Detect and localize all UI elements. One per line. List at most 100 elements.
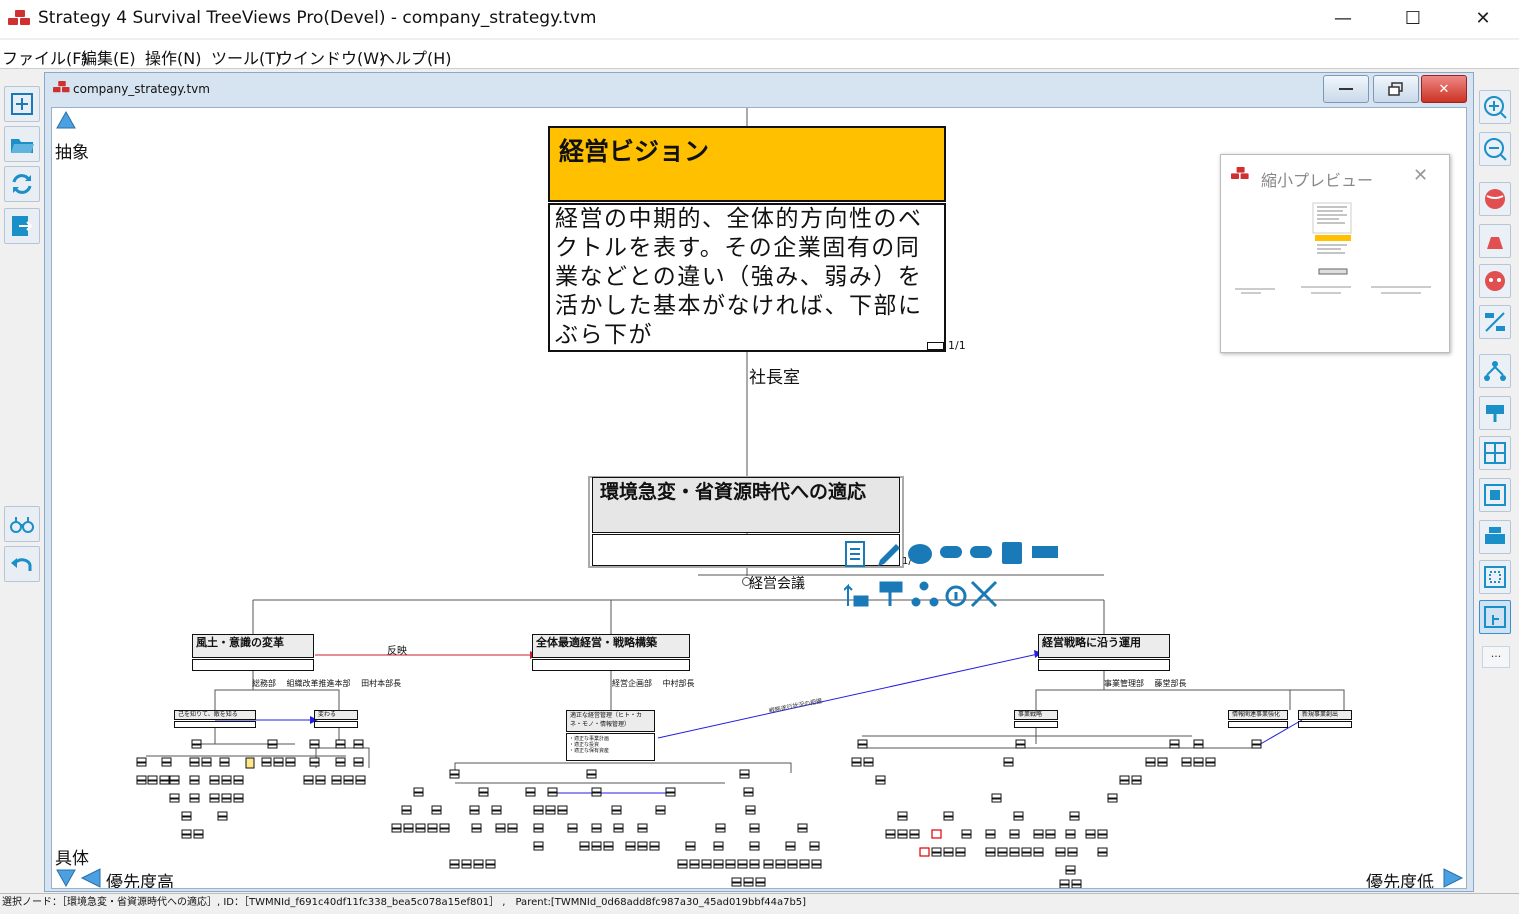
node-view-button[interactable]: [1479, 396, 1511, 430]
preview-icon: [1484, 606, 1506, 628]
app-logo-icon: [8, 10, 32, 26]
node-strategy-operation-body[interactable]: [1038, 659, 1170, 671]
split-button[interactable]: [1479, 305, 1511, 339]
node-know-self-body[interactable]: [174, 721, 256, 728]
node-know-self[interactable]: 己を知りて、敵を知る: [174, 710, 256, 720]
zoom-in-button[interactable]: [1479, 90, 1511, 124]
print-button[interactable]: [1479, 520, 1511, 554]
find-button[interactable]: [4, 506, 40, 542]
style-button[interactable]: [1479, 224, 1511, 258]
fit-button[interactable]: [1479, 560, 1511, 594]
node-info-business[interactable]: 情報関連事業強化: [1228, 710, 1288, 720]
menu-help[interactable]: ヘルプ(H): [379, 45, 452, 69]
tree-layout-button[interactable]: [1479, 354, 1511, 388]
document-logo-icon: [53, 81, 71, 93]
zoom-out-button[interactable]: [1479, 132, 1511, 166]
new-node-icon: [11, 93, 33, 115]
preview-toggle-button[interactable]: [1479, 600, 1511, 634]
priority-low-arrow-icon[interactable]: [1442, 867, 1464, 889]
concrete-down-icon[interactable]: [55, 868, 77, 888]
minimize-button[interactable]: —: [1320, 0, 1366, 36]
binoculars-icon: [10, 517, 34, 533]
tree-canvas[interactable]: 抽象 具体 優先度高 優先度低 経営ビジョン 経営の中期的、全体的方向性のベクト…: [51, 107, 1467, 889]
abstract-up-icon[interactable]: [55, 110, 77, 130]
preview-close-button[interactable]: ✕: [1413, 165, 1428, 186]
vision-body-text: 経営の中期的、全体的方向性のベクトルを表す。その企業固有の同業などとの違い（強み…: [555, 206, 923, 348]
restore-icon: [1388, 82, 1403, 96]
menu-bar: ファイル(F) 編集(E) 操作(N) ツール(T) ウインドウ(W) ヘルプ(…: [0, 40, 1519, 69]
priority-low-label: 優先度低: [1366, 873, 1434, 889]
menu-file[interactable]: ファイル(F): [2, 45, 88, 69]
node-culture-owner: 総務部 組織改革推進本部 田村本部長: [252, 679, 402, 688]
new-node-button[interactable]: [4, 86, 40, 122]
node-change-body[interactable]: [314, 721, 358, 728]
hat-icon: [1487, 237, 1503, 249]
menu-window[interactable]: ウインドウ(W): [277, 45, 385, 69]
menu-tools[interactable]: ツール(T): [211, 45, 281, 69]
node-business-strategy-body[interactable]: [1014, 721, 1058, 728]
env-owner: 経営会議: [749, 576, 805, 592]
vision-node-body[interactable]: 経営の中期的、全体的方向性のベクトルを表す。その企業固有の同業などとの違い（強み…: [548, 203, 946, 352]
node-strategy-owner: 事業管理部 藤堂部長: [1104, 679, 1187, 688]
preview-logo-icon: [1231, 167, 1250, 180]
open-file-button[interactable]: [4, 126, 40, 162]
node-new-business[interactable]: 新規事業創出: [1298, 710, 1352, 720]
node-change[interactable]: 変わる: [314, 710, 358, 720]
node-new-business-body[interactable]: [1298, 721, 1352, 728]
env-title-text: 環境急変・省資源時代への適応: [600, 481, 867, 503]
node-total-optimization[interactable]: 全体最適経営・戦略構築: [532, 634, 690, 658]
map-view-button[interactable]: [1479, 478, 1511, 512]
map-icon: [1484, 484, 1506, 506]
node-info-business-body[interactable]: [1228, 721, 1288, 728]
fit-screen-icon: [1484, 566, 1506, 588]
document-title: company_strategy.tvm: [73, 82, 210, 96]
priority-high-label: 優先度高: [106, 873, 174, 889]
title-bar: Strategy 4 Survival TreeViews Pro(Devel)…: [0, 0, 1519, 38]
close-button[interactable]: ✕: [1460, 0, 1506, 36]
export-icon: [12, 216, 33, 236]
document-window: company_strategy.tvm ✕ 抽象 具体 優先度高 優先度低 経…: [44, 72, 1474, 892]
more-tools-button[interactable]: ...: [1482, 646, 1510, 668]
preview-thumbnail[interactable]: [1231, 201, 1441, 311]
node-proper-management-body[interactable]: ・適正な事業計画 ・適正な投資 ・適正な保有資産: [566, 733, 655, 761]
menu-operation[interactable]: 操作(N): [145, 45, 201, 69]
grid-view-button[interactable]: [1479, 436, 1511, 470]
ellipsis-icon[interactable]: [927, 342, 944, 350]
doc-minimize-button[interactable]: [1323, 75, 1369, 103]
window-title: Strategy 4 Survival TreeViews Pro(Devel)…: [38, 8, 597, 28]
preview-title: 縮小プレビュー: [1261, 171, 1374, 190]
menu-edit[interactable]: 編集(E): [81, 45, 136, 69]
node-strategy-operation[interactable]: 経営戦略に沿う運用: [1038, 634, 1170, 658]
node-proper-management[interactable]: 適正な経営管理（ヒト・カネ・モノ・情報管理）: [566, 710, 655, 732]
status-bar: 選択ノード：［環境急変・省資源時代への適応］, ID：［TWMNId_f691c…: [0, 893, 1519, 914]
node-total-owner: 経営企画部 中村部長: [612, 679, 695, 688]
node-action-palette-top: [845, 541, 1058, 567]
status-text: 選択ノード：［環境急変・省資源時代への適応］, ID：［TWMNId_f691c…: [2, 897, 807, 908]
split-icon: [1485, 312, 1505, 332]
color-button[interactable]: [1479, 182, 1511, 216]
node-total-optimization-body[interactable]: [532, 659, 690, 671]
zoom-in-icon: [1484, 96, 1507, 119]
vision-node-title[interactable]: 経営ビジョン: [548, 126, 946, 202]
globe-icon: [1485, 189, 1505, 209]
node-action-palette-bottom: [844, 580, 998, 608]
relation-reflect-label: 反映: [387, 646, 407, 657]
zoom-out-icon: [1484, 138, 1507, 161]
grid-icon: [1484, 442, 1506, 464]
node-culture-change[interactable]: 風土・意識の変革: [192, 634, 314, 658]
node-culture-change-body[interactable]: [192, 659, 314, 671]
undo-button[interactable]: [4, 546, 40, 582]
refresh-button[interactable]: [4, 166, 40, 202]
refresh-icon: [12, 174, 32, 194]
env-node-title[interactable]: 環境急変・省資源時代への適応: [592, 477, 900, 533]
export-button[interactable]: [4, 208, 40, 244]
vision-owner: 社長室: [749, 368, 800, 388]
face-button[interactable]: [1479, 264, 1511, 298]
face-icon: [1485, 271, 1505, 291]
doc-restore-button[interactable]: [1373, 75, 1419, 103]
maximize-button[interactable]: ☐: [1390, 0, 1436, 36]
doc-close-button[interactable]: ✕: [1421, 75, 1467, 103]
priority-high-arrow-icon[interactable]: [80, 867, 102, 889]
vision-title-text: 経営ビジョン: [559, 137, 710, 166]
node-business-strategy[interactable]: 事業戦略: [1014, 710, 1058, 720]
